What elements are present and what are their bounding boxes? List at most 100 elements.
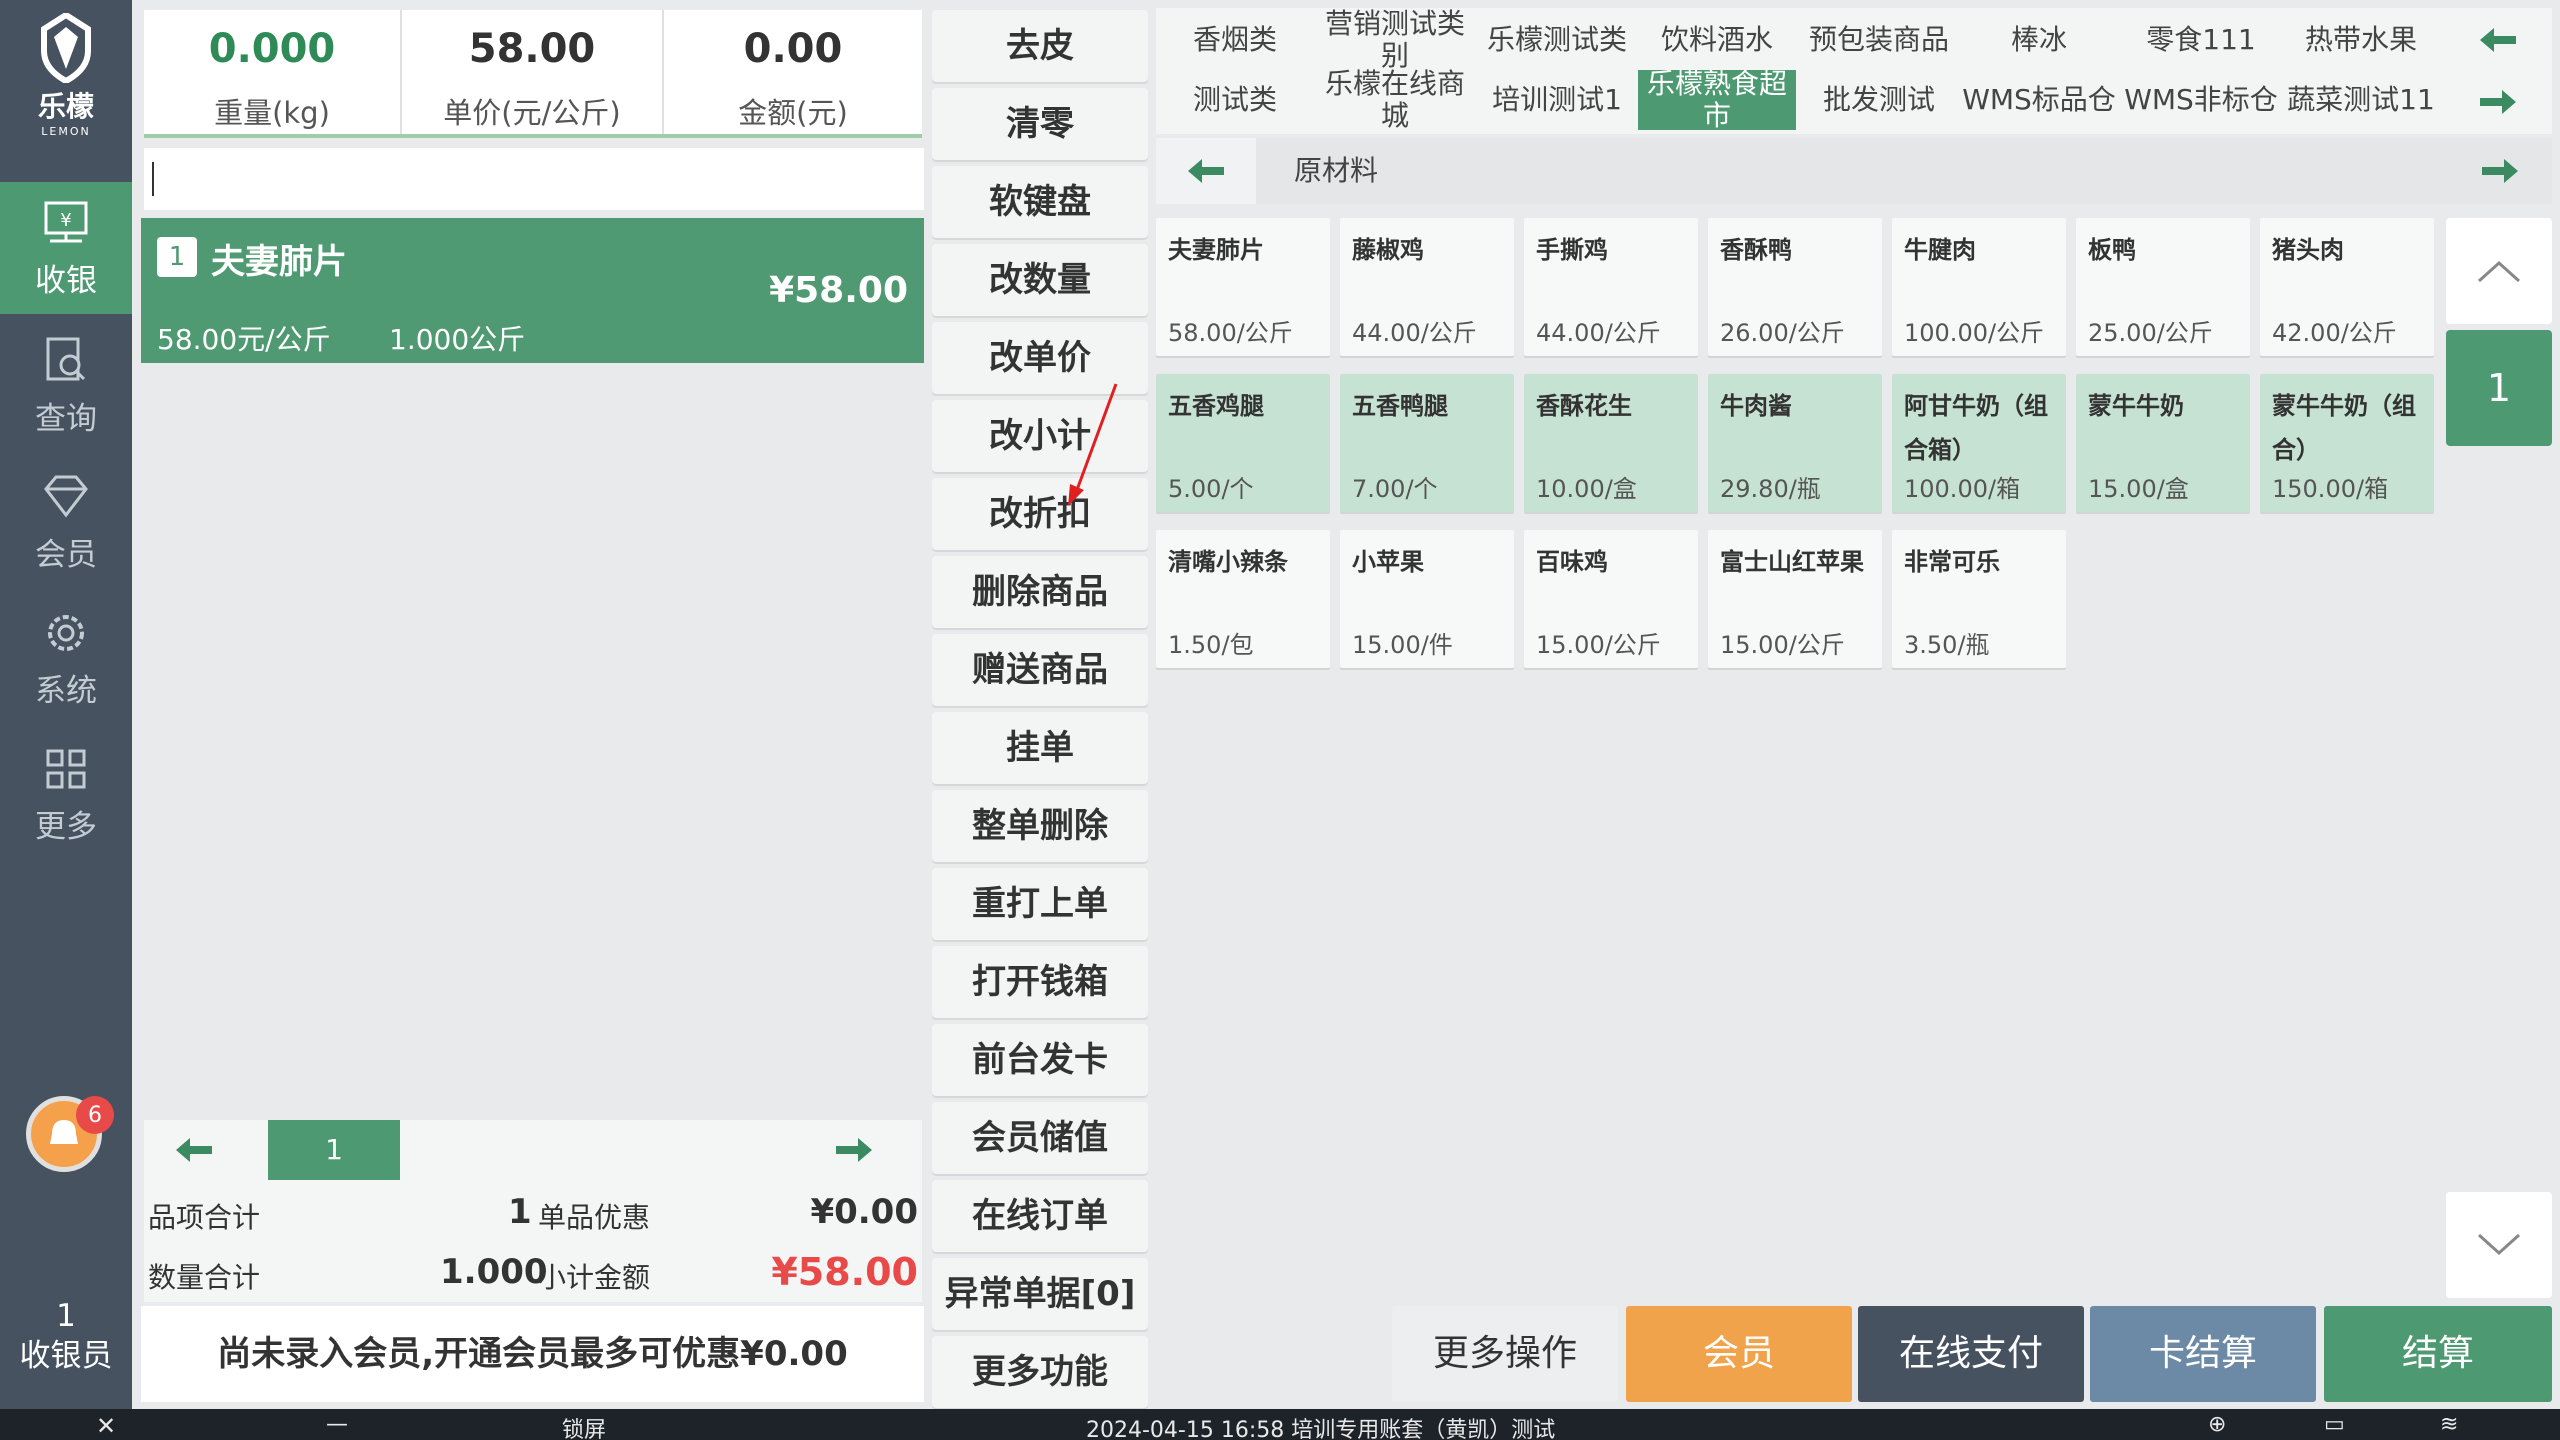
subtotal-value: ¥58.00 — [771, 1250, 918, 1294]
category-tab[interactable]: WMS非标仓 — [2122, 70, 2280, 130]
barcode-input[interactable] — [144, 148, 924, 210]
product-price: 15.00/公斤 — [1720, 631, 1845, 659]
function-button-3[interactable]: 改数量 — [932, 244, 1148, 316]
product-name: 非常可乐 — [1904, 548, 2000, 576]
product-price: 15.00/盒 — [2088, 475, 2189, 503]
category-tab[interactable]: 棒冰 — [1960, 10, 2118, 70]
product-tile[interactable]: 清嘴小辣条 1.50/包 — [1156, 530, 1330, 668]
function-button-2[interactable]: 软键盘 — [932, 166, 1148, 238]
product-tile[interactable]: 猪头肉 42.00/公斤 — [2260, 218, 2434, 356]
order-page-number[interactable]: 1 — [268, 1120, 400, 1180]
sidebar-item-query[interactable]: 查询 — [0, 320, 132, 452]
sidebar-item-cashier[interactable]: ¥ 收银 — [0, 182, 132, 314]
product-tile[interactable]: 藤椒鸡 44.00/公斤 — [1340, 218, 1514, 356]
category-tab[interactable]: WMS标品仓 — [1960, 70, 2118, 130]
product-tile[interactable]: 板鸭 25.00/公斤 — [2076, 218, 2250, 356]
subcategory-prev-button[interactable] — [1156, 138, 1256, 204]
settle-button[interactable]: 结算 — [2324, 1306, 2552, 1402]
category-next-button[interactable] — [2468, 72, 2528, 132]
category-tab[interactable]: 培训测试1 — [1478, 70, 1636, 130]
member-diamond-icon — [44, 475, 88, 517]
order-item-quantity: 1.000公斤 — [389, 323, 526, 356]
logo: 乐檬 LEMON — [0, 0, 132, 150]
member-button[interactable]: 会员 — [1626, 1306, 1852, 1402]
product-name: 富士山红苹果 — [1720, 548, 1864, 576]
product-tile[interactable]: 小苹果 15.00/件 — [1340, 530, 1514, 668]
category-tab[interactable]: 饮料酒水 — [1638, 10, 1796, 70]
category-tab[interactable]: 预包装商品 — [1800, 10, 1958, 70]
product-tile[interactable]: 手撕鸡 44.00/公斤 — [1524, 218, 1698, 356]
subcategory-tab[interactable]: 原材料 — [1260, 138, 2436, 204]
sidebar-item-more[interactable]: 更多 — [0, 728, 132, 860]
product-price: 100.00/箱 — [1904, 475, 2021, 503]
product-name: 小苹果 — [1352, 548, 1424, 576]
minimize-icon[interactable]: — — [326, 1412, 348, 1437]
product-tile[interactable]: 牛腱肉 100.00/公斤 — [1892, 218, 2066, 356]
arrow-right-icon — [2480, 90, 2516, 114]
category-tab[interactable]: 蔬菜测试11 — [2282, 70, 2440, 130]
product-tile[interactable]: 夫妻肺片 58.00/公斤 — [1156, 218, 1330, 356]
category-tab[interactable]: 香烟类 — [1156, 10, 1314, 70]
order-list-area — [141, 363, 924, 1120]
product-name: 牛肉酱 — [1720, 392, 1792, 420]
function-button-14[interactable]: 会员储值 — [932, 1102, 1148, 1174]
function-button-17[interactable]: 更多功能 — [932, 1336, 1148, 1408]
product-tile[interactable]: 五香鸭腿 7.00/个 — [1340, 374, 1514, 512]
product-page-down-button[interactable] — [2446, 1192, 2552, 1298]
card-settle-button[interactable]: 卡结算 — [2090, 1306, 2316, 1402]
function-button-8[interactable]: 赠送商品 — [932, 634, 1148, 706]
product-tile[interactable]: 非常可乐 3.50/瓶 — [1892, 530, 2066, 668]
arrow-left-icon — [176, 1138, 212, 1162]
product-tile[interactable]: 富士山红苹果 15.00/公斤 — [1708, 530, 1882, 668]
product-tile[interactable]: 蒙牛牛奶 15.00/盒 — [2076, 374, 2250, 512]
online-pay-button[interactable]: 在线支付 — [1858, 1306, 2084, 1402]
product-price: 5.00/个 — [1168, 475, 1254, 503]
category-tab[interactable]: 乐檬在线商城 — [1316, 68, 1474, 132]
member-prompt[interactable]: 尚未录入会员,开通会员最多可优惠¥0.00 — [141, 1306, 924, 1402]
product-page-up-button[interactable] — [2446, 218, 2552, 324]
category-tab[interactable]: 营销测试类别 — [1316, 8, 1474, 72]
order-prev-page-button[interactable] — [144, 1120, 244, 1180]
text-caret — [152, 162, 154, 196]
function-button-12[interactable]: 打开钱箱 — [932, 946, 1148, 1018]
product-name: 板鸭 — [2088, 236, 2136, 264]
function-button-10[interactable]: 整单删除 — [932, 790, 1148, 862]
product-tile[interactable]: 百味鸡 15.00/公斤 — [1524, 530, 1698, 668]
function-button-1[interactable]: 清零 — [932, 88, 1148, 160]
function-button-13[interactable]: 前台发卡 — [932, 1024, 1148, 1096]
sidebar-item-member[interactable]: 会员 — [0, 456, 132, 588]
category-tab[interactable]: 批发测试 — [1800, 70, 1958, 130]
function-button-7[interactable]: 删除商品 — [932, 556, 1148, 628]
product-price: 42.00/公斤 — [2272, 319, 2397, 347]
monitor-icon: ▭ — [2324, 1412, 2345, 1437]
product-tile[interactable]: 五香鸡腿 5.00/个 — [1156, 374, 1330, 512]
category-tab[interactable]: 乐檬熟食超市 — [1638, 68, 1796, 132]
order-summary: 品项合计 1 单品优惠 ¥0.00 数量合计 1.000 小计金额 ¥58.00 — [144, 1180, 922, 1302]
product-tile[interactable]: 香酥花生 10.00/盒 — [1524, 374, 1698, 512]
function-button-0[interactable]: 去皮 — [932, 10, 1148, 82]
sidebar-item-system[interactable]: 系统 — [0, 592, 132, 724]
more-operations-button[interactable]: 更多操作 — [1392, 1306, 1618, 1402]
close-icon[interactable]: ✕ — [96, 1412, 116, 1440]
subcategory-next-button[interactable] — [2448, 138, 2552, 204]
product-price: 1.50/包 — [1168, 631, 1254, 659]
product-tile[interactable]: 香酥鸭 26.00/公斤 — [1708, 218, 1882, 356]
category-tab[interactable]: 热带水果 — [2282, 10, 2440, 70]
function-button-16[interactable]: 异常单据[0] — [932, 1258, 1148, 1330]
order-item[interactable]: 1 夫妻肺片 ¥58.00 58.00元/公斤 1.000公斤 — [141, 218, 924, 363]
category-tab[interactable]: 测试类 — [1156, 70, 1314, 130]
function-button-15[interactable]: 在线订单 — [932, 1180, 1148, 1252]
product-price: 58.00/公斤 — [1168, 319, 1293, 347]
category-tab[interactable]: 乐檬测试类 — [1478, 10, 1636, 70]
chevron-down-icon — [2477, 1233, 2521, 1256]
order-item-price: ¥58.00 — [769, 270, 908, 311]
lock-screen-button[interactable]: 锁屏 — [562, 1412, 606, 1440]
category-tab[interactable]: 零食111 — [2122, 10, 2280, 70]
function-button-11[interactable]: 重打上单 — [932, 868, 1148, 940]
category-prev-button[interactable] — [2468, 10, 2528, 70]
function-button-9[interactable]: 挂单 — [932, 712, 1148, 784]
product-tile[interactable]: 蒙牛牛奶（组合） 150.00/箱 — [2260, 374, 2434, 512]
order-next-page-button[interactable] — [804, 1120, 904, 1180]
product-tile[interactable]: 阿甘牛奶（组合箱） 100.00/箱 — [1892, 374, 2066, 512]
product-tile[interactable]: 牛肉酱 29.80/瓶 — [1708, 374, 1882, 512]
